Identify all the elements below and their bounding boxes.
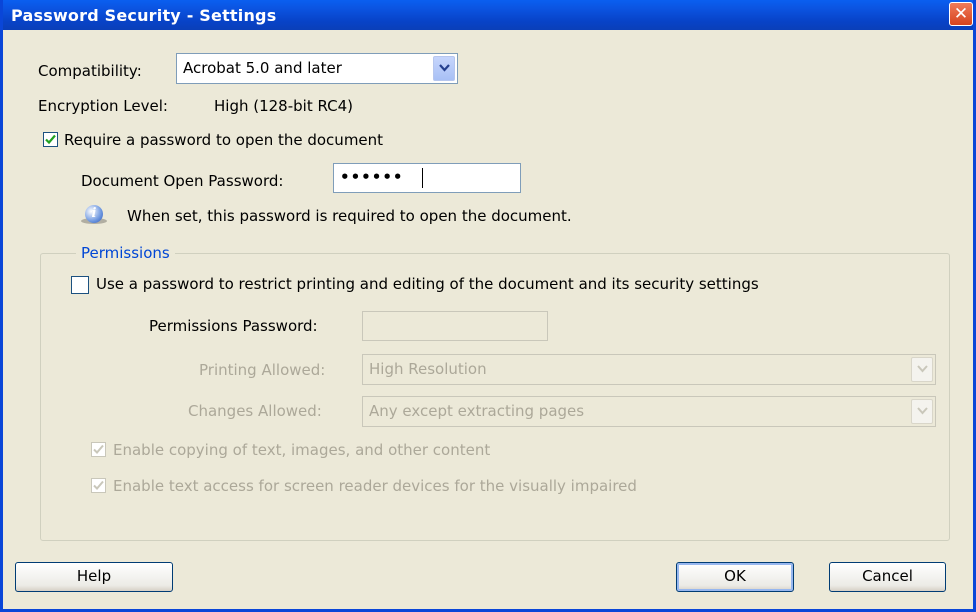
help-button[interactable]: Help — [15, 562, 173, 592]
title-bar[interactable]: Password Security - Settings ✕ — [3, 0, 973, 30]
document-open-password-input[interactable]: •••••• — [333, 163, 521, 193]
ok-button[interactable]: OK — [676, 562, 794, 592]
close-button[interactable]: ✕ — [949, 2, 973, 26]
cancel-button[interactable]: Cancel — [829, 562, 946, 592]
info-icon: i — [85, 205, 103, 223]
window-title: Password Security - Settings — [11, 6, 277, 25]
changes-allowed-value: Any except extracting pages — [369, 402, 585, 420]
use-permissions-password-label[interactable]: Use a password to restrict printing and … — [96, 275, 759, 293]
checkmark-icon — [45, 134, 56, 145]
compatibility-value: Acrobat 5.0 and later — [183, 59, 342, 77]
encryption-level-value: High (128-bit RC4) — [214, 97, 354, 115]
text-cursor — [422, 168, 423, 188]
printing-allowed-dropdown[interactable]: High Resolution — [362, 354, 936, 385]
chevron-down-icon[interactable] — [433, 56, 455, 81]
require-open-password-checkbox[interactable] — [43, 132, 58, 147]
password-security-dialog: Password Security - Settings ✕ Compatibi… — [0, 0, 976, 612]
enable-copying-checkbox[interactable] — [91, 442, 106, 457]
enable-screen-reader-label[interactable]: Enable text access for screen reader dev… — [113, 477, 637, 495]
printing-allowed-value: High Resolution — [369, 360, 487, 378]
chevron-down-icon[interactable] — [911, 399, 933, 424]
permissions-password-label: Permissions Password: — [149, 317, 318, 335]
chevron-down-icon[interactable] — [911, 357, 933, 382]
changes-allowed-dropdown[interactable]: Any except extracting pages — [362, 396, 936, 427]
compatibility-label: Compatibility: — [38, 62, 142, 80]
info-text: When set, this password is required to o… — [127, 207, 572, 225]
permissions-legend: Permissions — [76, 244, 175, 262]
printing-allowed-label: Printing Allowed: — [199, 361, 326, 379]
compatibility-dropdown[interactable]: Acrobat 5.0 and later — [176, 53, 458, 84]
document-open-password-label: Document Open Password: — [81, 172, 284, 190]
password-mask: •••••• — [340, 168, 404, 186]
enable-copying-label[interactable]: Enable copying of text, images, and othe… — [113, 441, 490, 459]
checkmark-icon — [93, 444, 104, 454]
close-icon: ✕ — [953, 4, 969, 24]
require-open-password-label[interactable]: Require a password to open the document — [64, 131, 383, 149]
checkmark-icon — [93, 480, 104, 490]
enable-screen-reader-checkbox[interactable] — [91, 478, 106, 493]
changes-allowed-label: Changes Allowed: — [188, 402, 322, 420]
permissions-password-input[interactable] — [362, 311, 548, 341]
encryption-level-label: Encryption Level: — [38, 97, 168, 115]
use-permissions-password-checkbox[interactable] — [71, 276, 89, 294]
